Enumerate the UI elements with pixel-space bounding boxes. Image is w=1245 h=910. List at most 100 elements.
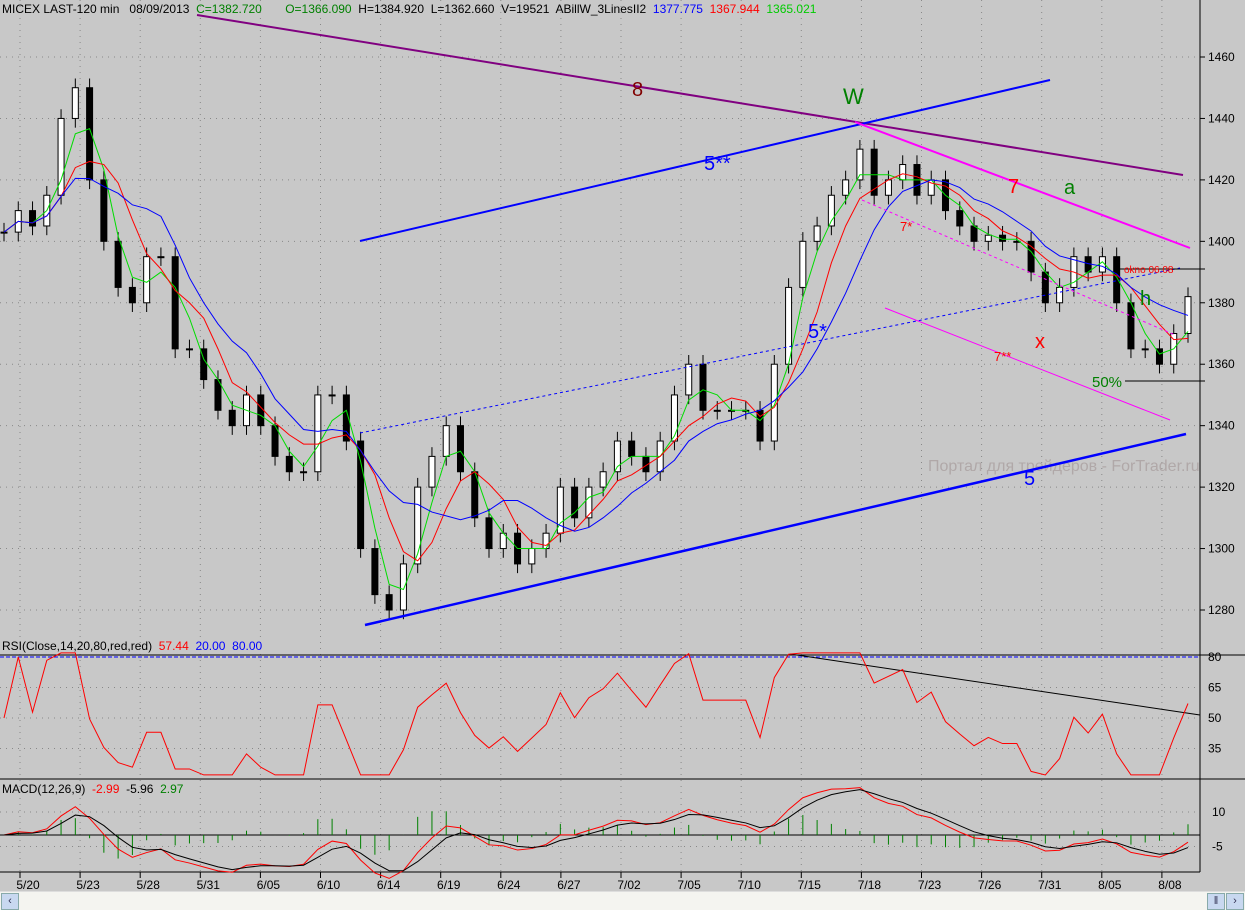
candle <box>300 471 308 474</box>
price-tick-label: 1380 <box>1208 296 1235 310</box>
candle <box>456 425 464 473</box>
label-W: W <box>843 84 864 109</box>
price-tick-label: 1360 <box>1208 357 1235 371</box>
rsi-value: 57.44 <box>158 639 189 653</box>
candle <box>0 231 8 234</box>
date-tick-label: 5/20 <box>16 878 40 891</box>
scroll-left-button[interactable]: ‹ <box>1 893 19 910</box>
label-a: a <box>1064 177 1076 199</box>
macd-signal-line <box>3 789 1189 872</box>
candle <box>685 363 693 396</box>
rsi-line <box>3 652 1189 776</box>
trendline-7-double-star <box>884 307 1171 421</box>
label-5: 5 <box>1024 468 1035 490</box>
trendline-8 <box>196 14 1184 176</box>
candle <box>670 394 678 442</box>
price-tick-label: 1320 <box>1208 480 1235 494</box>
date-tick-label: 7/05 <box>677 878 701 891</box>
label-x: x <box>1035 331 1045 353</box>
date-tick-label: 8/05 <box>1098 878 1122 891</box>
candle <box>314 394 322 473</box>
rsi-high: 80.00 <box>232 639 263 653</box>
macd-value: -2.99 <box>92 782 120 796</box>
macd-header: MACD(12,26,9) -2.99 -5.96 2.97 <box>2 782 183 796</box>
date-tick-label: 7/26 <box>978 878 1002 891</box>
candle <box>29 210 37 227</box>
macd-tick-label: 10 <box>1212 805 1226 819</box>
label-h: h <box>1140 288 1151 310</box>
candle <box>1113 256 1121 304</box>
candle <box>328 394 336 397</box>
candle <box>485 517 493 550</box>
chart-header: MICEX LAST-120 min 08/09/2013 C=1382.720… <box>2 2 816 16</box>
date-tick-label: 7/10 <box>738 878 762 891</box>
candle <box>1056 286 1064 304</box>
ma-blue-value: 1377.775 <box>652 2 703 16</box>
date-tick-label: 8/08 <box>1158 878 1182 891</box>
candle <box>599 471 607 488</box>
close-value: C=1382.720 <box>196 2 262 16</box>
candle <box>185 348 193 351</box>
label-7-star: 7* <box>900 219 912 234</box>
candle <box>399 563 407 611</box>
candle <box>1127 302 1135 350</box>
candle <box>143 256 151 304</box>
rsi-tick-label: 65 <box>1208 681 1222 695</box>
macd-signal: -5.96 <box>126 782 154 796</box>
watermark: Портал для трейдеров - ForTrader.ru <box>928 458 1200 475</box>
open-value: O=1366.090 <box>285 2 352 16</box>
macd-label: MACD(12,26,9) <box>2 782 86 796</box>
symbol: MICEX LAST-120 min <box>2 2 120 16</box>
macd-line <box>3 787 1189 879</box>
rsi-header: RSI(Close,14,20,80,red,red) 57.44 20.00 … <box>2 639 262 653</box>
candle <box>984 234 992 242</box>
price-tick-label: 1300 <box>1208 542 1235 556</box>
candle <box>385 594 393 611</box>
date-tick-label: 6/05 <box>257 878 281 891</box>
date-tick-label: 6/19 <box>437 878 461 891</box>
date: 08/09/2013 <box>129 2 190 16</box>
candle <box>713 409 721 412</box>
chart: 1280 1300 1320 1340 1360 1380 1400 1420 1440 1460… <box>0 0 1245 891</box>
candle <box>528 548 536 565</box>
grid <box>0 0 1200 872</box>
candle <box>228 409 236 427</box>
candle <box>628 440 636 457</box>
rsi-low: 20.00 <box>195 639 226 653</box>
candle <box>428 455 436 488</box>
candle <box>171 256 179 350</box>
rsi-tick-label: 80 <box>1208 650 1222 664</box>
rsi-label: RSI(Close,14,20,80,red,red) <box>2 639 153 653</box>
price-tick-label: 1280 <box>1208 603 1235 617</box>
candle <box>884 179 892 196</box>
scroll-thumb[interactable]: ‖ <box>1207 893 1225 910</box>
date-tick-label: 5/31 <box>197 878 221 891</box>
candle <box>542 532 550 550</box>
macd-tick-label: -5 <box>1212 840 1223 854</box>
candle <box>842 179 850 196</box>
price-tick-label: 1400 <box>1208 234 1235 248</box>
price-tick-label: 1340 <box>1208 419 1235 433</box>
scroll-right-button[interactable]: › <box>1226 893 1244 910</box>
candle <box>956 210 964 227</box>
indicator-name: ABillW_3LinesII2 <box>555 2 647 16</box>
price-tick-label: 1440 <box>1208 111 1235 125</box>
date-tick-label: 7/31 <box>1038 878 1062 891</box>
date-tick-label: 6/14 <box>377 878 401 891</box>
candle <box>699 363 707 411</box>
low-value: L=1362.660 <box>430 2 495 16</box>
candle <box>285 455 293 473</box>
rsi-trendline <box>789 653 1201 716</box>
high-value: H=1384.920 <box>358 2 425 16</box>
candle <box>899 164 907 181</box>
volume-value: V=19521 <box>501 2 550 16</box>
price-tick-label: 1420 <box>1208 173 1235 187</box>
horizontal-scrollbar[interactable]: ‹ ‖ › <box>0 891 1245 910</box>
rsi-tick-label: 35 <box>1208 742 1222 756</box>
label-8: 8 <box>632 79 643 101</box>
date-tick-label: 7/02 <box>617 878 641 891</box>
label-5-double-star: 5** <box>704 153 731 175</box>
label-okno: okno 06.08 <box>1124 265 1174 276</box>
ma-red-value: 1367.944 <box>709 2 760 16</box>
label-50-percent: 50% <box>1092 374 1122 391</box>
